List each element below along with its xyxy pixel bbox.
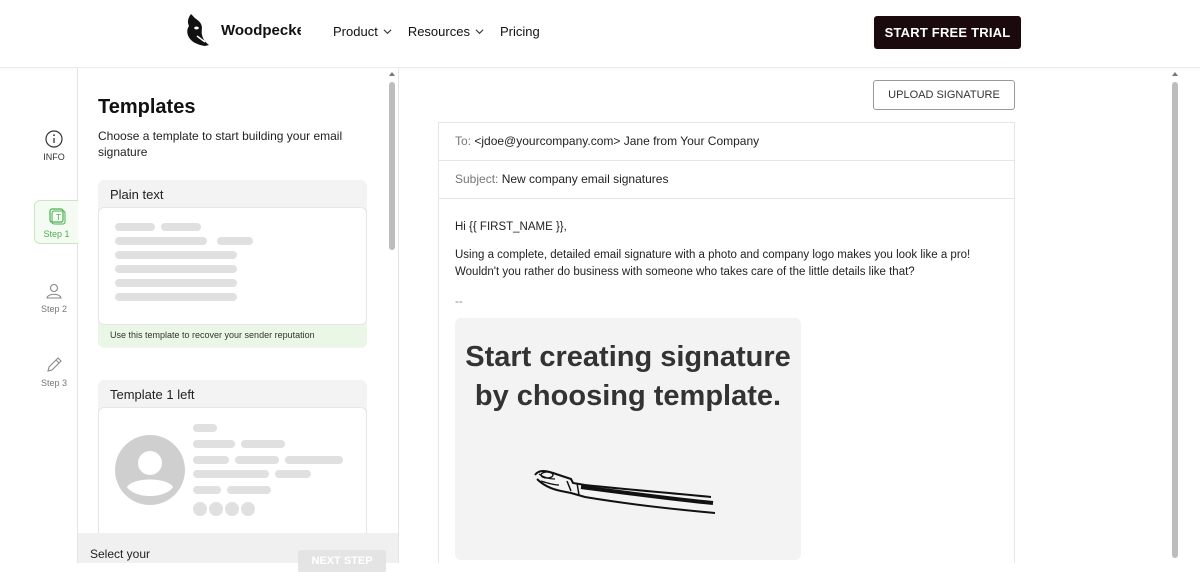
placeholder-line	[217, 237, 253, 245]
subject-value: New company email signatures	[501, 172, 669, 186]
panel-footer-text: Select your	[90, 547, 151, 561]
template-card-title: Template 1 left	[110, 387, 195, 402]
svg-text:T: T	[56, 213, 61, 222]
info-icon	[45, 130, 63, 148]
placeholder-social-dot	[241, 502, 255, 516]
placeholder-line	[193, 470, 269, 478]
placeholder-social-dot	[193, 502, 207, 516]
pencil-icon	[47, 357, 62, 372]
nav-product-label: Product	[333, 24, 378, 39]
placeholder-line	[235, 456, 279, 464]
nav-product[interactable]: Product	[333, 24, 392, 39]
placeholder-line	[193, 424, 217, 432]
nav-resources[interactable]: Resources	[408, 24, 484, 39]
brand-name: Woodpecker	[221, 21, 301, 39]
email-to-row: To: <jdoe@yourcompany.com> Jane from You…	[439, 123, 1014, 161]
rail-item-step-2[interactable]: Step 2	[30, 282, 78, 314]
nav-pricing-label: Pricing	[499, 24, 540, 39]
scrollbar-thumb[interactable]	[389, 82, 395, 250]
signature-placeholder: Start creating signature by choosing tem…	[455, 318, 801, 560]
placeholder-line	[193, 456, 229, 464]
rail-item-step-1[interactable]: T Step 1	[34, 200, 78, 244]
email-paragraph: Using a complete, detailed email signatu…	[455, 249, 971, 278]
rail-item-label: INFO	[43, 152, 65, 162]
rail-item-label: Step 1	[43, 229, 70, 239]
rail-item-step-3[interactable]: Step 3	[30, 356, 78, 388]
template-card-title: Plain text	[110, 187, 164, 202]
template-preview	[98, 207, 367, 325]
placeholder-line	[275, 470, 311, 478]
template-card-plain-text[interactable]: Plain text Use this template to recover …	[98, 180, 367, 348]
chevron-down-icon	[475, 29, 484, 35]
placeholder-social-dot	[209, 502, 223, 516]
user-icon	[46, 283, 62, 299]
placeholder-line	[115, 265, 237, 273]
placeholder-line	[227, 486, 271, 494]
placeholder-line	[161, 223, 201, 231]
start-free-trial-button[interactable]: START FREE TRIAL	[874, 16, 1021, 49]
templates-subtitle: Choose a template to start building your…	[98, 129, 343, 159]
placeholder-line	[115, 279, 237, 287]
next-step-button[interactable]: NEXT STEP	[298, 550, 386, 572]
templates-title: Templates	[98, 96, 196, 118]
nav-resources-label: Resources	[407, 24, 470, 39]
avatar-placeholder-icon	[115, 435, 185, 505]
placeholder-line	[115, 237, 207, 245]
subject-label: Subject:	[455, 172, 499, 186]
top-header: Woodpecker Product Resources Pricing STA…	[0, 0, 1200, 68]
email-subject-row: Subject: New company email signatures	[439, 161, 1014, 199]
placeholder-line	[115, 293, 237, 301]
signature-placeholder-message: Start creating signature by choosing tem…	[465, 341, 791, 412]
placeholder-line	[115, 251, 237, 259]
nav-pricing[interactable]: Pricing	[500, 24, 540, 39]
email-preview: To: <jdoe@yourcompany.com> Jane from You…	[438, 122, 1015, 563]
woodpecker-logo-icon	[187, 14, 209, 46]
to-value: <jdoe@yourcompany.com> Jane from Your Co…	[474, 134, 760, 148]
scroll-up-arrow-icon[interactable]	[1171, 70, 1179, 78]
template-icon: T	[48, 208, 65, 225]
templates-panel: Templates Choose a template to start bui…	[78, 68, 399, 563]
main-nav: Product Resources Pricing	[333, 24, 540, 39]
placeholder-line	[193, 440, 235, 448]
brand-logo[interactable]: Woodpecker	[185, 12, 301, 48]
step-rail: INFO T Step 1 Step 2 Step 3	[30, 68, 78, 563]
signature-separator: --	[455, 296, 463, 308]
chevron-down-icon	[383, 29, 392, 35]
placeholder-line	[241, 440, 285, 448]
rail-item-label: Step 2	[40, 304, 68, 314]
placeholder-line	[115, 223, 155, 231]
panel-footer: Select your NEXT STEP	[78, 533, 399, 572]
email-greeting: Hi {{ FIRST_NAME }},	[455, 221, 567, 233]
template-note: Use this template to recover your sender…	[98, 325, 367, 347]
email-body: Hi {{ FIRST_NAME }}, Using a complete, d…	[439, 199, 1014, 327]
upload-signature-button[interactable]: UPLOAD SIGNATURE	[873, 80, 1015, 110]
templates-scrollbar[interactable]	[388, 70, 396, 560]
to-label: To:	[455, 134, 472, 148]
placeholder-social-dot	[225, 502, 239, 516]
page-scrollbar[interactable]	[1171, 70, 1179, 560]
scrollbar-thumb[interactable]	[1172, 82, 1178, 558]
rail-item-info[interactable]: INFO	[30, 130, 78, 162]
pointing-hand-icon	[534, 470, 716, 514]
rail-item-label: Step 3	[40, 378, 68, 388]
placeholder-line	[285, 456, 343, 464]
scroll-up-arrow-icon[interactable]	[388, 70, 396, 78]
placeholder-line	[193, 486, 221, 494]
